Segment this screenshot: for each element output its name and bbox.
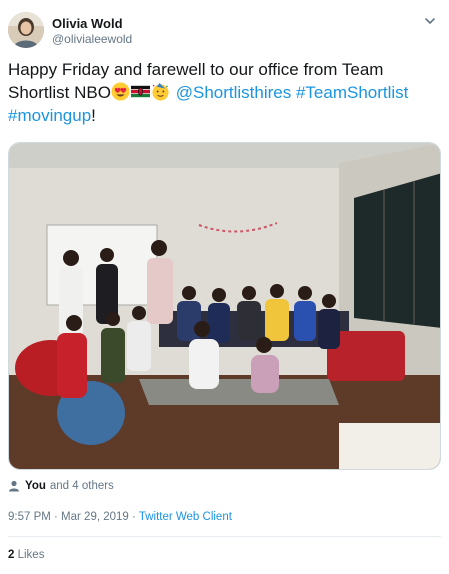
liked-by-others[interactable]: and 4 others — [50, 480, 114, 492]
chevron-down-icon[interactable] — [421, 12, 439, 30]
user-handle[interactable]: @olivialeewold — [52, 32, 132, 46]
tweet: Olivia Wold @olivialeewold Happy Friday … — [0, 0, 449, 574]
liked-by-you[interactable]: You — [25, 480, 46, 492]
mention-link[interactable]: @Shortlisthires — [176, 83, 292, 102]
display-name[interactable]: Olivia Wold — [52, 16, 123, 31]
tweet-timestamp[interactable]: 9:57 PM · Mar 29, 2019 · — [8, 511, 139, 523]
tweet-header: Olivia Wold @olivialeewold — [8, 8, 441, 52]
tweet-source-link[interactable]: Twitter Web Client — [139, 511, 232, 523]
avatar[interactable] — [8, 12, 44, 48]
party-face-emoji — [151, 82, 170, 101]
likes-count: 2 — [8, 549, 15, 561]
tweet-text-trailing: ! — [91, 106, 96, 125]
tweet-photo[interactable] — [8, 142, 441, 470]
hashtag-link-movingup[interactable]: #movingup — [8, 106, 91, 125]
kenya-flag-emoji — [130, 82, 150, 101]
tweet-text-line1: Happy Friday and farewell to our office … — [8, 60, 384, 79]
likes-label: Likes — [17, 549, 45, 561]
person-icon — [8, 480, 20, 492]
likes-stat[interactable]: 2 Likes — [8, 549, 44, 561]
heart-eyes-emoji — [111, 82, 130, 101]
hashtag-link-teamshortlist[interactable]: #TeamShortlist — [296, 83, 408, 102]
divider — [8, 536, 441, 537]
tweet-meta: 9:57 PM · Mar 29, 2019 · Twitter Web Cli… — [8, 511, 232, 523]
liked-by-row: You and 4 others — [8, 478, 114, 494]
tweet-text-line2: Shortlist NBO — [8, 83, 111, 102]
tweet-text: Happy Friday and farewell to our office … — [8, 58, 441, 127]
